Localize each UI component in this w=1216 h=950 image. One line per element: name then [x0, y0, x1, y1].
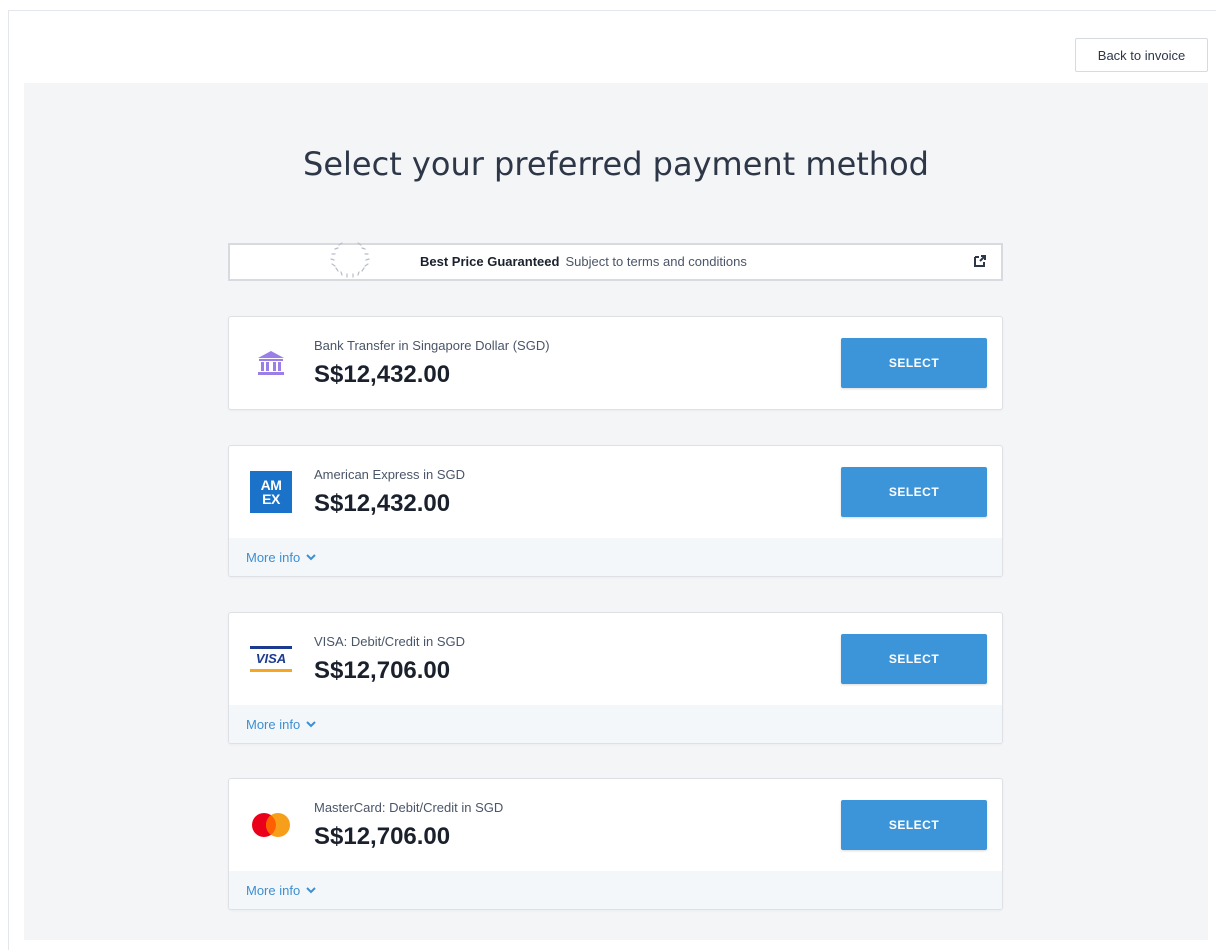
guarantee-title: Best Price Guaranteed	[420, 254, 560, 269]
amex-icon: AM EX	[250, 471, 292, 513]
method-name: VISA: Debit/Credit in SGD	[314, 634, 465, 649]
visa-icon: VISA	[250, 646, 292, 672]
mastercard-icon	[252, 813, 290, 837]
method-amount: S$12,432.00	[314, 361, 451, 388]
method-amount: S$12,706.00	[314, 657, 451, 684]
more-info-label: More info	[246, 882, 301, 898]
select-amex-button[interactable]: SELECT	[841, 467, 987, 517]
more-info-label: More info	[246, 549, 301, 565]
method-amount: S$12,706.00	[314, 823, 451, 850]
page-title: Select your preferred payment method	[303, 145, 929, 183]
payment-panel: Select your preferred payment method Bes…	[24, 83, 1208, 940]
method-name: Bank Transfer in Singapore Dollar (SGD)	[314, 338, 550, 353]
payment-method-visa: VISA VISA: Debit/Credit in SGD S$12,706.…	[228, 612, 1003, 744]
bank-icon	[258, 351, 284, 375]
chevron-down-icon	[306, 887, 316, 894]
more-info-toggle[interactable]: More info	[229, 871, 1002, 909]
select-mastercard-button[interactable]: SELECT	[841, 800, 987, 850]
payment-method-amex: AM EX American Express in SGD S$12,432.0…	[228, 445, 1003, 577]
method-name: MasterCard: Debit/Credit in SGD	[314, 800, 504, 815]
more-info-toggle[interactable]: More info	[229, 705, 1002, 743]
chevron-down-icon	[306, 721, 316, 728]
guarantee-subtitle: Subject to terms and conditions	[565, 254, 747, 269]
more-info-label: More info	[246, 716, 301, 732]
select-visa-button[interactable]: SELECT	[841, 634, 987, 684]
more-info-toggle[interactable]: More info	[229, 538, 1002, 576]
chevron-down-icon	[306, 554, 316, 561]
select-bank-transfer-button[interactable]: SELECT	[841, 338, 987, 388]
laurel-icon	[330, 242, 370, 278]
payment-method-mastercard: MasterCard: Debit/Credit in SGD S$12,706…	[228, 778, 1003, 910]
back-to-invoice-button[interactable]: Back to invoice	[1075, 38, 1208, 72]
payment-method-bank-transfer: Bank Transfer in Singapore Dollar (SGD) …	[228, 316, 1003, 410]
best-price-banner: Best Price Guaranteed Subject to terms an…	[228, 242, 1003, 281]
external-link-icon[interactable]	[973, 254, 987, 268]
method-amount: S$12,432.00	[314, 490, 451, 517]
method-name: American Express in SGD	[314, 467, 465, 482]
